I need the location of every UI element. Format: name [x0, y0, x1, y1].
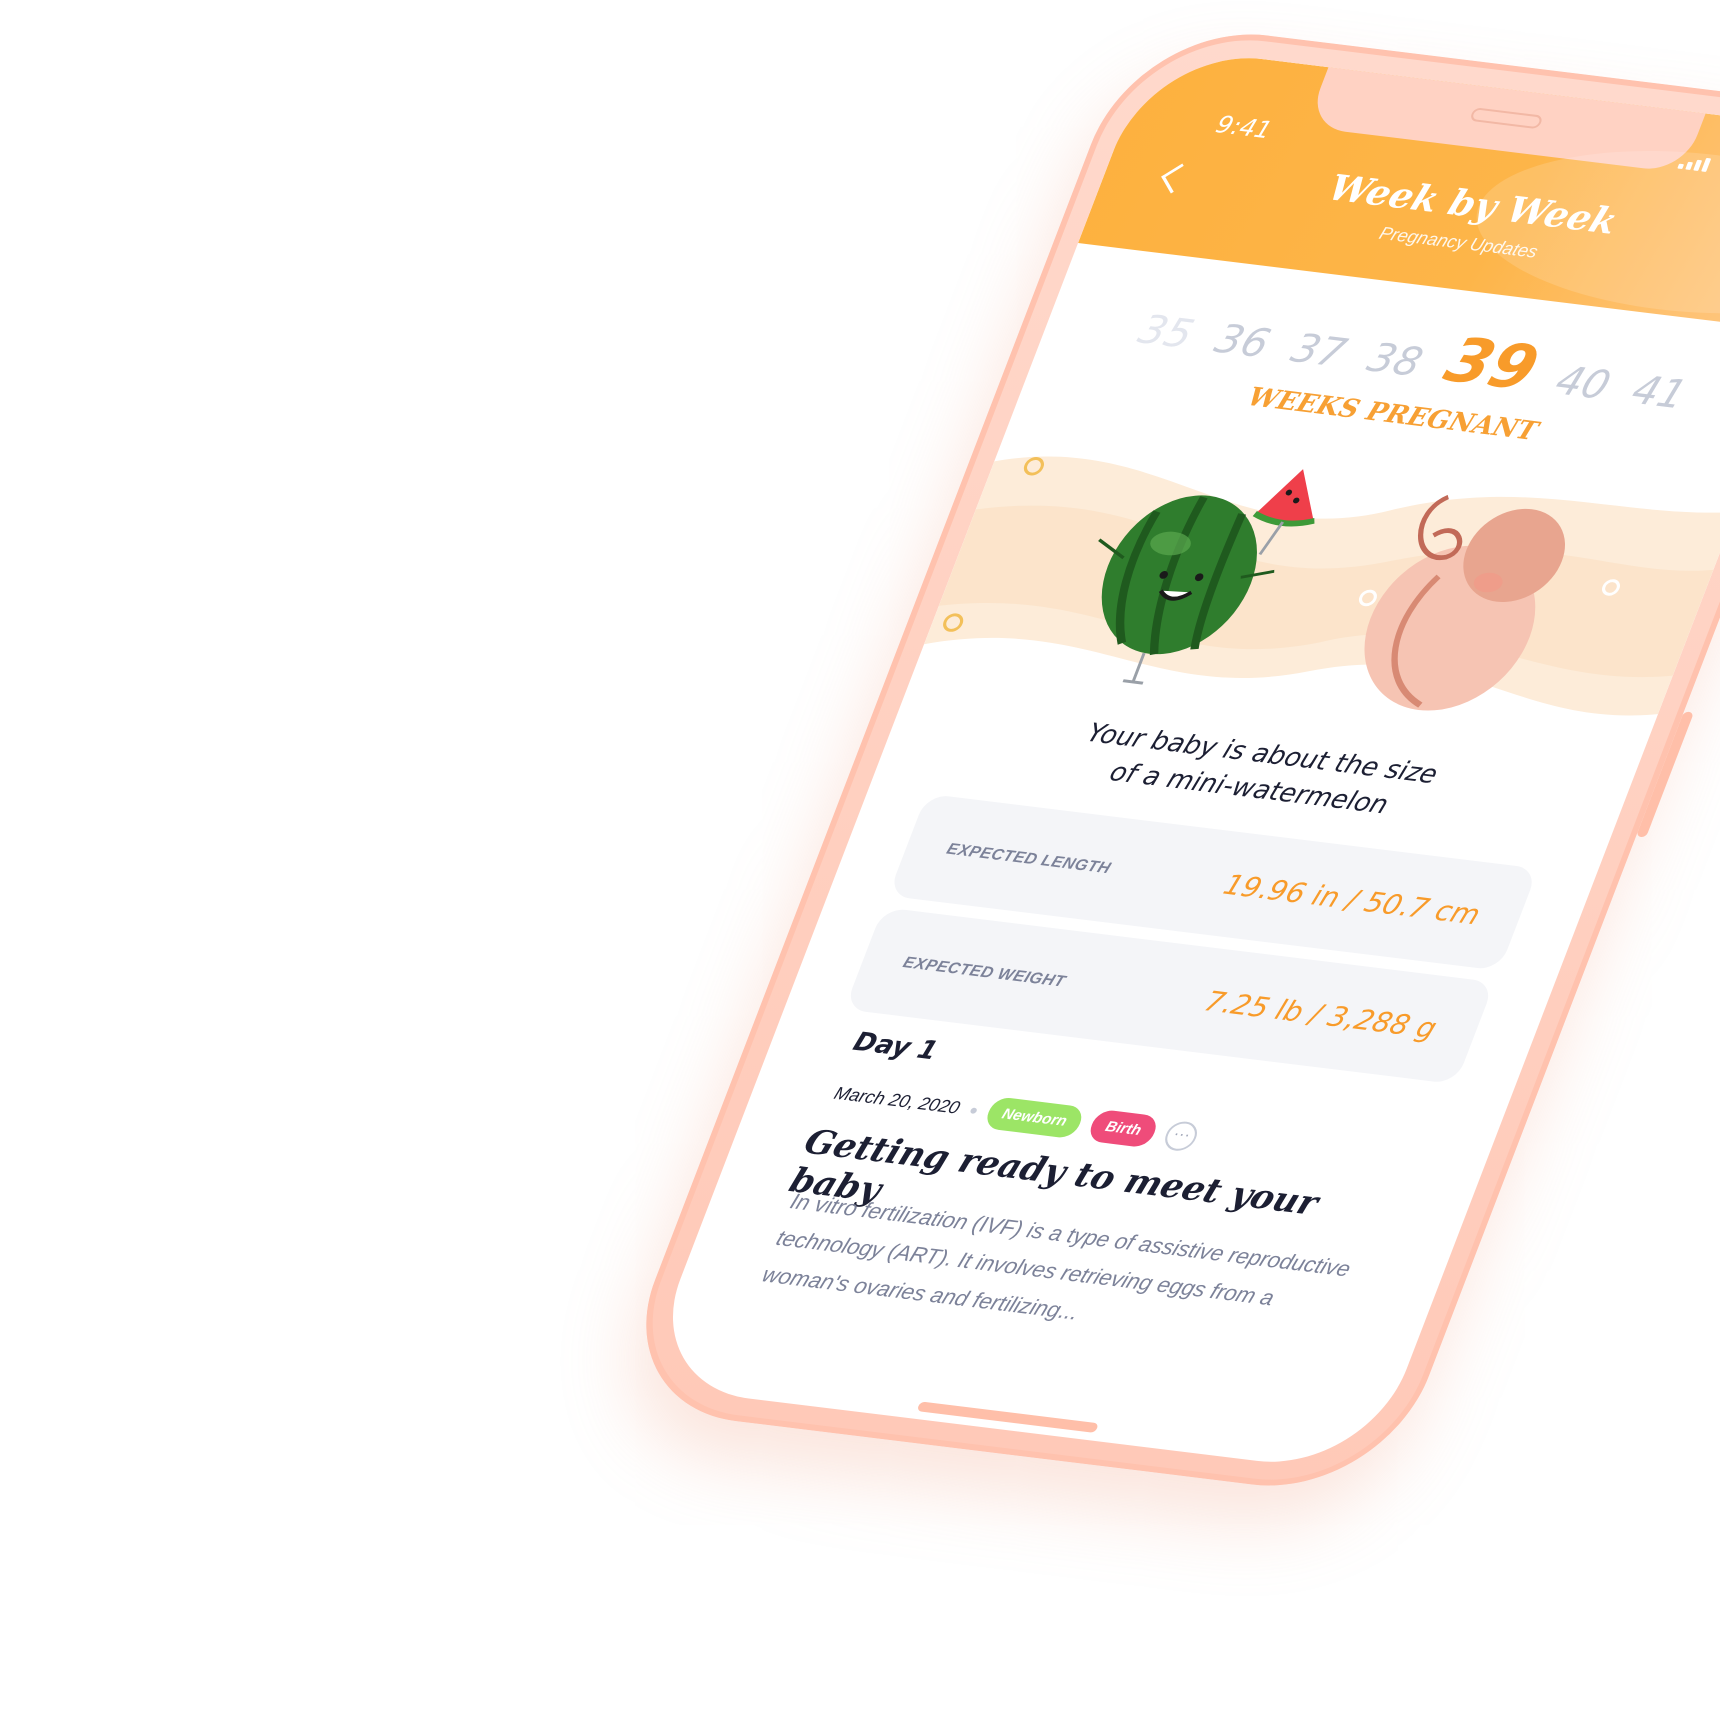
screen: 9:41 Week by Week Pregnancy Updates 35 3…	[639, 45, 1720, 1475]
stat-label: EXPECTED WEIGHT	[900, 954, 1068, 991]
stage: 9:41 Week by Week Pregnancy Updates 35 3…	[0, 0, 1720, 1720]
separator-dot	[969, 1106, 978, 1114]
week-item-current[interactable]: 39	[1436, 323, 1549, 404]
stat-label: EXPECTED LENGTH	[944, 840, 1114, 878]
speaker	[1469, 107, 1544, 130]
week-item[interactable]: 41	[1625, 368, 1693, 418]
home-indicator	[916, 1401, 1099, 1433]
wifi-icon	[1716, 158, 1720, 176]
week-item[interactable]: 40	[1549, 358, 1617, 408]
day-heading: Day 1	[849, 1027, 942, 1067]
phone-frame: 9:41 Week by Week Pregnancy Updates 35 3…	[606, 19, 1720, 1501]
status-time: 9:41	[1212, 110, 1276, 145]
week-item[interactable]: 38	[1361, 335, 1429, 385]
week-item[interactable]: 35	[1132, 307, 1200, 357]
notch	[1305, 67, 1706, 174]
signal-icon	[1677, 155, 1712, 172]
week-item[interactable]: 36	[1209, 316, 1277, 366]
tag-newborn[interactable]: Newborn	[982, 1096, 1087, 1140]
week-item[interactable]: 37	[1285, 326, 1353, 376]
more-icon[interactable]	[1161, 1119, 1202, 1152]
tag-birth[interactable]: Birth	[1086, 1108, 1161, 1149]
stat-value: 7.25 lb / 3,288 g	[1200, 984, 1442, 1045]
stat-value: 19.96 in / 50.7 cm	[1219, 867, 1486, 931]
status-icons	[1677, 153, 1720, 181]
article-date: March 20, 2020	[831, 1083, 963, 1118]
